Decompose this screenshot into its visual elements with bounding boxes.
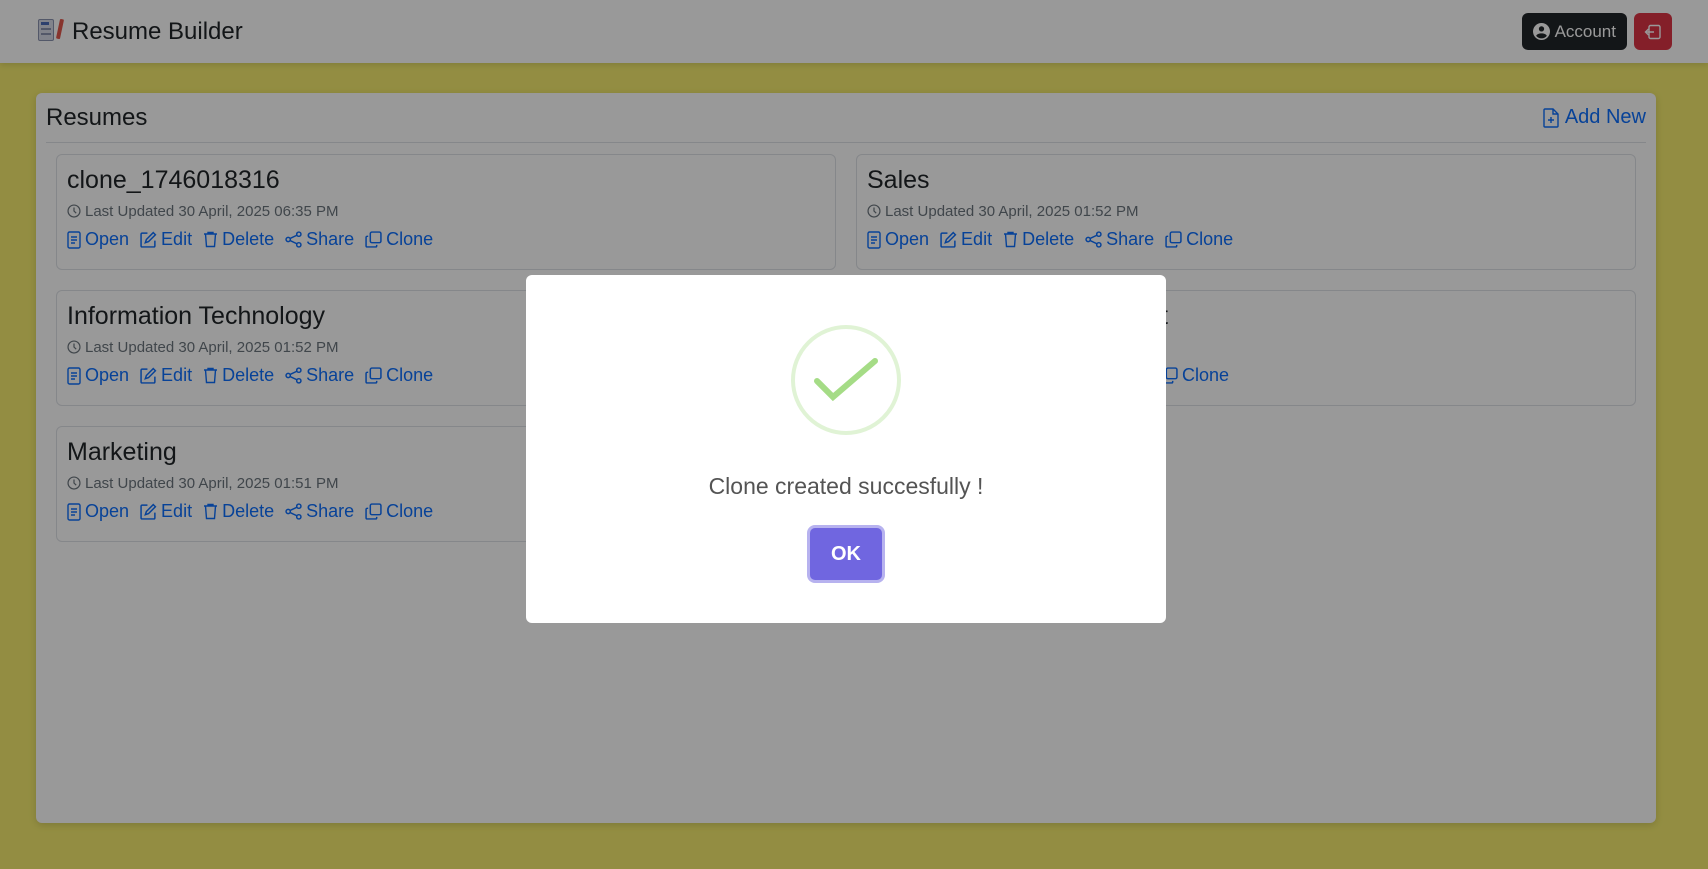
ok-button[interactable]: OK [810, 528, 882, 580]
success-dialog: Clone created succesfully ! OK [526, 275, 1166, 623]
success-check-icon [791, 325, 901, 435]
dialog-message: Clone created succesfully ! [708, 473, 984, 499]
